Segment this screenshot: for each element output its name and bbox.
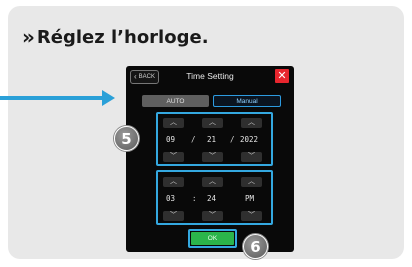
month-down-button[interactable]: ﹀ [163, 152, 184, 162]
step-6-badge: 6 [243, 234, 268, 259]
minute-down-button[interactable]: ﹀ [202, 211, 223, 221]
chevron-left-icon: ‹ [133, 72, 137, 81]
instruction-heading: » Réglez l’horloge. [22, 25, 209, 49]
month-up-button[interactable]: ︿ [163, 118, 184, 128]
hour-down-button[interactable]: ﹀ [163, 211, 184, 221]
back-button[interactable]: ‹ BACK [130, 70, 159, 84]
tab-manual[interactable]: Manual [213, 95, 281, 107]
time-setting-screen: ‹ BACK Time Setting ✕ AUTO Manual ︿ ︿ ︿ … [126, 66, 294, 252]
back-label: BACK [138, 74, 155, 80]
arrow-right-icon [102, 90, 115, 106]
screen-title: Time Setting [186, 71, 234, 81]
month-value: 09 [166, 135, 176, 144]
year-up-button[interactable]: ︿ [241, 118, 262, 128]
meridiem-value: PM [245, 194, 255, 203]
date-separator: / [191, 135, 196, 144]
minute-up-button[interactable]: ︿ [202, 177, 223, 187]
date-separator: / [230, 135, 235, 144]
minute-value: 24 [207, 194, 217, 203]
meridiem-up-button[interactable]: ︿ [241, 177, 262, 187]
hour-value: 03 [166, 194, 176, 203]
ok-button[interactable]: OK [191, 232, 234, 245]
instruction-text: Réglez l’horloge. [36, 26, 209, 48]
day-up-button[interactable]: ︿ [202, 118, 223, 128]
step-5-badge: 5 [114, 126, 139, 151]
pointer-arrow-line [0, 96, 104, 100]
double-chevron-icon: » [22, 25, 35, 49]
year-value: 2022 [240, 135, 259, 144]
hour-up-button[interactable]: ︿ [163, 177, 184, 187]
day-value: 21 [207, 135, 217, 144]
day-down-button[interactable]: ﹀ [202, 152, 223, 162]
tab-auto[interactable]: AUTO [142, 95, 209, 107]
time-separator: : [192, 194, 197, 203]
close-icon[interactable]: ✕ [275, 69, 289, 83]
meridiem-down-button[interactable]: ﹀ [241, 211, 262, 221]
year-down-button[interactable]: ﹀ [241, 152, 262, 162]
